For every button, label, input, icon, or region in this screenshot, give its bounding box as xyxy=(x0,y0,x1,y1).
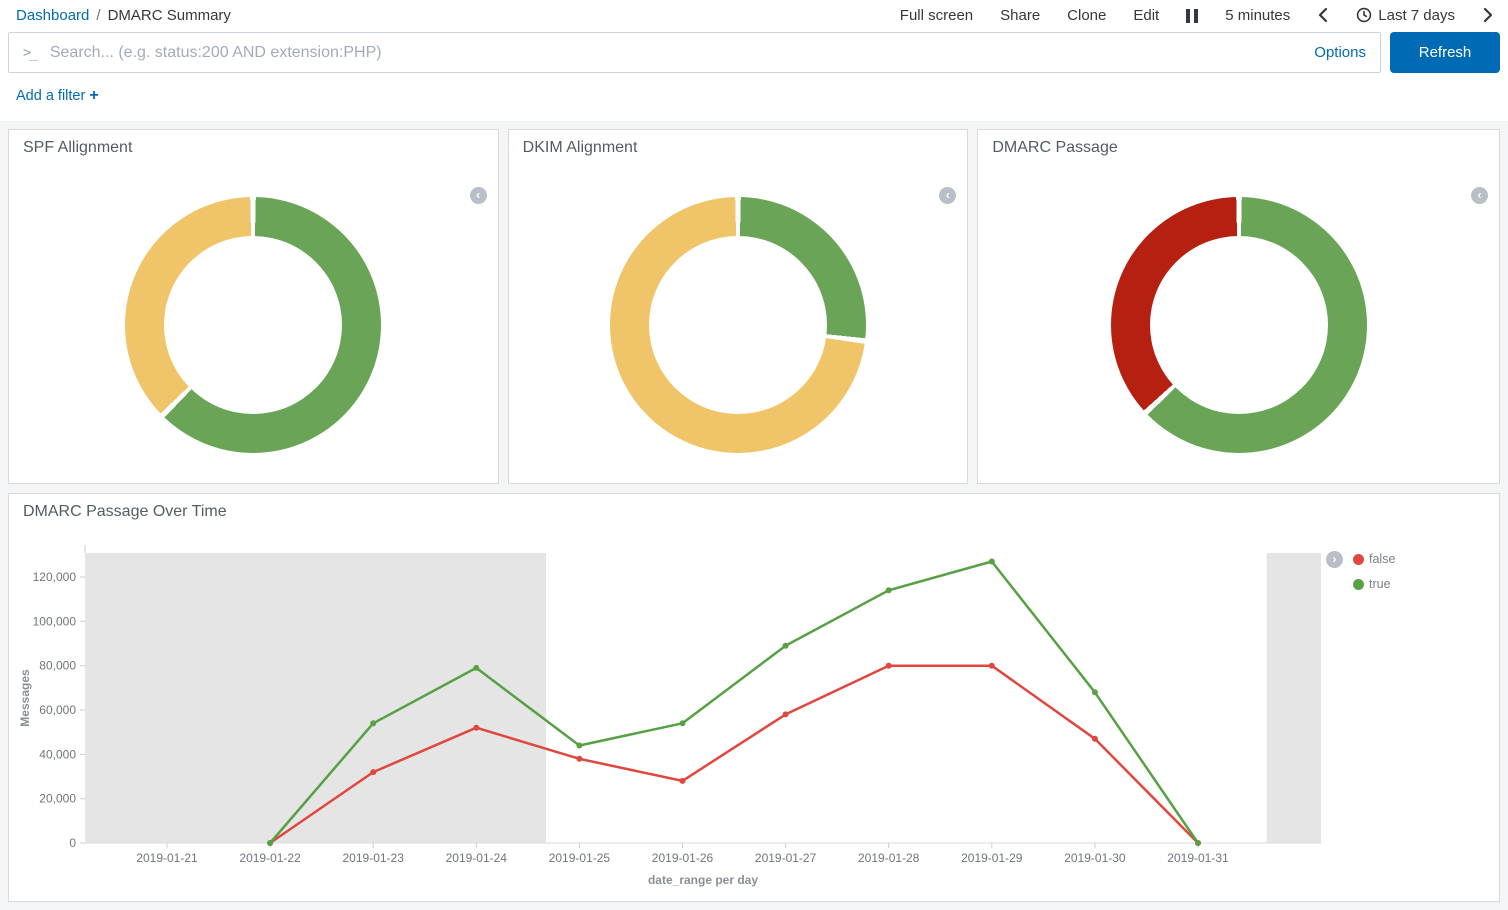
chevron-right-icon xyxy=(1482,7,1494,23)
refresh-button[interactable]: Refresh xyxy=(1390,32,1500,73)
time-prev-button[interactable] xyxy=(1317,7,1329,23)
legend-label: true xyxy=(1369,577,1391,591)
chart-legend: false true xyxy=(1353,552,1395,591)
search-bar-row: >_ Options Refresh xyxy=(0,26,1508,79)
dkim-donut-chart[interactable] xyxy=(610,197,866,453)
spf-donut-chart[interactable] xyxy=(125,197,381,453)
svg-text:2019-01-29: 2019-01-29 xyxy=(961,851,1023,865)
svg-text:2019-01-27: 2019-01-27 xyxy=(755,851,817,865)
line-chart-svg[interactable]: 0 20,000 40,000 60,000 80,000 100,000 120,000 2… xyxy=(9,543,1493,893)
svg-text:2019-01-21: 2019-01-21 xyxy=(136,851,198,865)
panel-dkim-alignment: DKIM Alignment ‹ xyxy=(508,129,969,484)
breadcrumb-link-dashboard[interactable]: Dashboard xyxy=(16,7,89,24)
chevron-left-icon: ‹ xyxy=(476,189,480,201)
legend-item-true[interactable]: true xyxy=(1353,577,1395,591)
pause-icon[interactable] xyxy=(1186,8,1198,23)
panels-row: SPF Allignment ‹ DKIM Alignment ‹ DMARC … xyxy=(8,129,1500,484)
breadcrumb: Dashboard / DMARC Summary xyxy=(16,7,231,24)
page-title: DMARC Summary xyxy=(108,7,231,24)
panel-collapse-button[interactable]: ‹ xyxy=(470,187,487,204)
search-input[interactable] xyxy=(48,43,1304,63)
panel-dmarc-passage-over-time: DMARC Passage Over Time 0 20,000 40,000 60,… xyxy=(8,493,1500,902)
svg-text:60,000: 60,000 xyxy=(39,703,76,717)
svg-text:2019-01-25: 2019-01-25 xyxy=(549,851,611,865)
time-range-label: Last 7 days xyxy=(1378,7,1455,24)
legend-toggle-button[interactable]: › xyxy=(1326,551,1343,568)
svg-text:2019-01-30: 2019-01-30 xyxy=(1064,851,1126,865)
chevron-left-icon: ‹ xyxy=(946,189,950,201)
panel-title: SPF Allignment xyxy=(9,130,498,157)
menu-item-share[interactable]: Share xyxy=(1000,7,1040,24)
panel-collapse-button[interactable]: ‹ xyxy=(939,187,956,204)
filter-bar: Add a filter + xyxy=(0,79,1508,121)
clock-icon xyxy=(1356,7,1372,23)
search-box: >_ Options xyxy=(8,32,1381,73)
menu-item-clone[interactable]: Clone xyxy=(1067,7,1106,24)
svg-text:2019-01-24: 2019-01-24 xyxy=(446,851,508,865)
svg-text:120,000: 120,000 xyxy=(33,570,77,584)
chevron-left-icon: ‹ xyxy=(1478,189,1482,201)
refresh-interval-label[interactable]: 5 minutes xyxy=(1225,7,1290,24)
dmarc-donut-chart[interactable] xyxy=(1111,197,1367,453)
panel-title: DMARC Passage Over Time xyxy=(9,494,1499,521)
menu-item-edit[interactable]: Edit xyxy=(1133,7,1159,24)
panel-title: DKIM Alignment xyxy=(509,130,968,157)
options-link[interactable]: Options xyxy=(1304,44,1366,61)
dashboard-content: SPF Allignment ‹ DKIM Alignment ‹ DMARC … xyxy=(0,121,1508,910)
svg-text:Messages: Messages xyxy=(18,669,32,727)
svg-text:date_range per day: date_range per day xyxy=(648,873,758,887)
top-bar: Dashboard / DMARC Summary Full screen Sh… xyxy=(0,0,1508,26)
add-filter-button[interactable]: Add a filter + xyxy=(16,88,99,104)
svg-text:2019-01-26: 2019-01-26 xyxy=(652,851,714,865)
panel-collapse-button[interactable]: ‹ xyxy=(1471,187,1488,204)
svg-text:100,000: 100,000 xyxy=(33,614,77,628)
header: Dashboard / DMARC Summary Full screen Sh… xyxy=(0,0,1508,121)
breadcrumb-separator: / xyxy=(96,7,100,24)
panel-dmarc-passage: DMARC Passage ‹ xyxy=(977,129,1500,484)
svg-text:20,000: 20,000 xyxy=(39,792,76,806)
time-next-button[interactable] xyxy=(1482,7,1494,23)
legend-label: false xyxy=(1369,552,1395,566)
svg-text:0: 0 xyxy=(69,836,76,850)
panel-spf-alignment: SPF Allignment ‹ xyxy=(8,129,499,484)
plus-icon: + xyxy=(89,87,98,104)
svg-text:2019-01-28: 2019-01-28 xyxy=(858,851,920,865)
svg-text:40,000: 40,000 xyxy=(39,747,76,761)
top-menu: Full screen Share Clone Edit 5 minutes L… xyxy=(900,7,1494,24)
query-prompt-icon: >_ xyxy=(23,45,36,61)
legend-color-dot xyxy=(1353,554,1364,565)
legend-item-false[interactable]: false xyxy=(1353,552,1395,566)
add-filter-label: Add a filter xyxy=(16,88,85,104)
svg-text:2019-01-31: 2019-01-31 xyxy=(1167,851,1229,865)
menu-item-full-screen[interactable]: Full screen xyxy=(900,7,973,24)
chevron-left-icon xyxy=(1317,7,1329,23)
chevron-right-icon: › xyxy=(1333,553,1337,565)
time-range-picker[interactable]: Last 7 days xyxy=(1356,7,1455,24)
svg-text:2019-01-22: 2019-01-22 xyxy=(239,851,301,865)
svg-text:2019-01-23: 2019-01-23 xyxy=(343,851,405,865)
legend-color-dot xyxy=(1353,579,1364,590)
panel-title: DMARC Passage xyxy=(978,130,1499,157)
svg-text:80,000: 80,000 xyxy=(39,659,76,673)
